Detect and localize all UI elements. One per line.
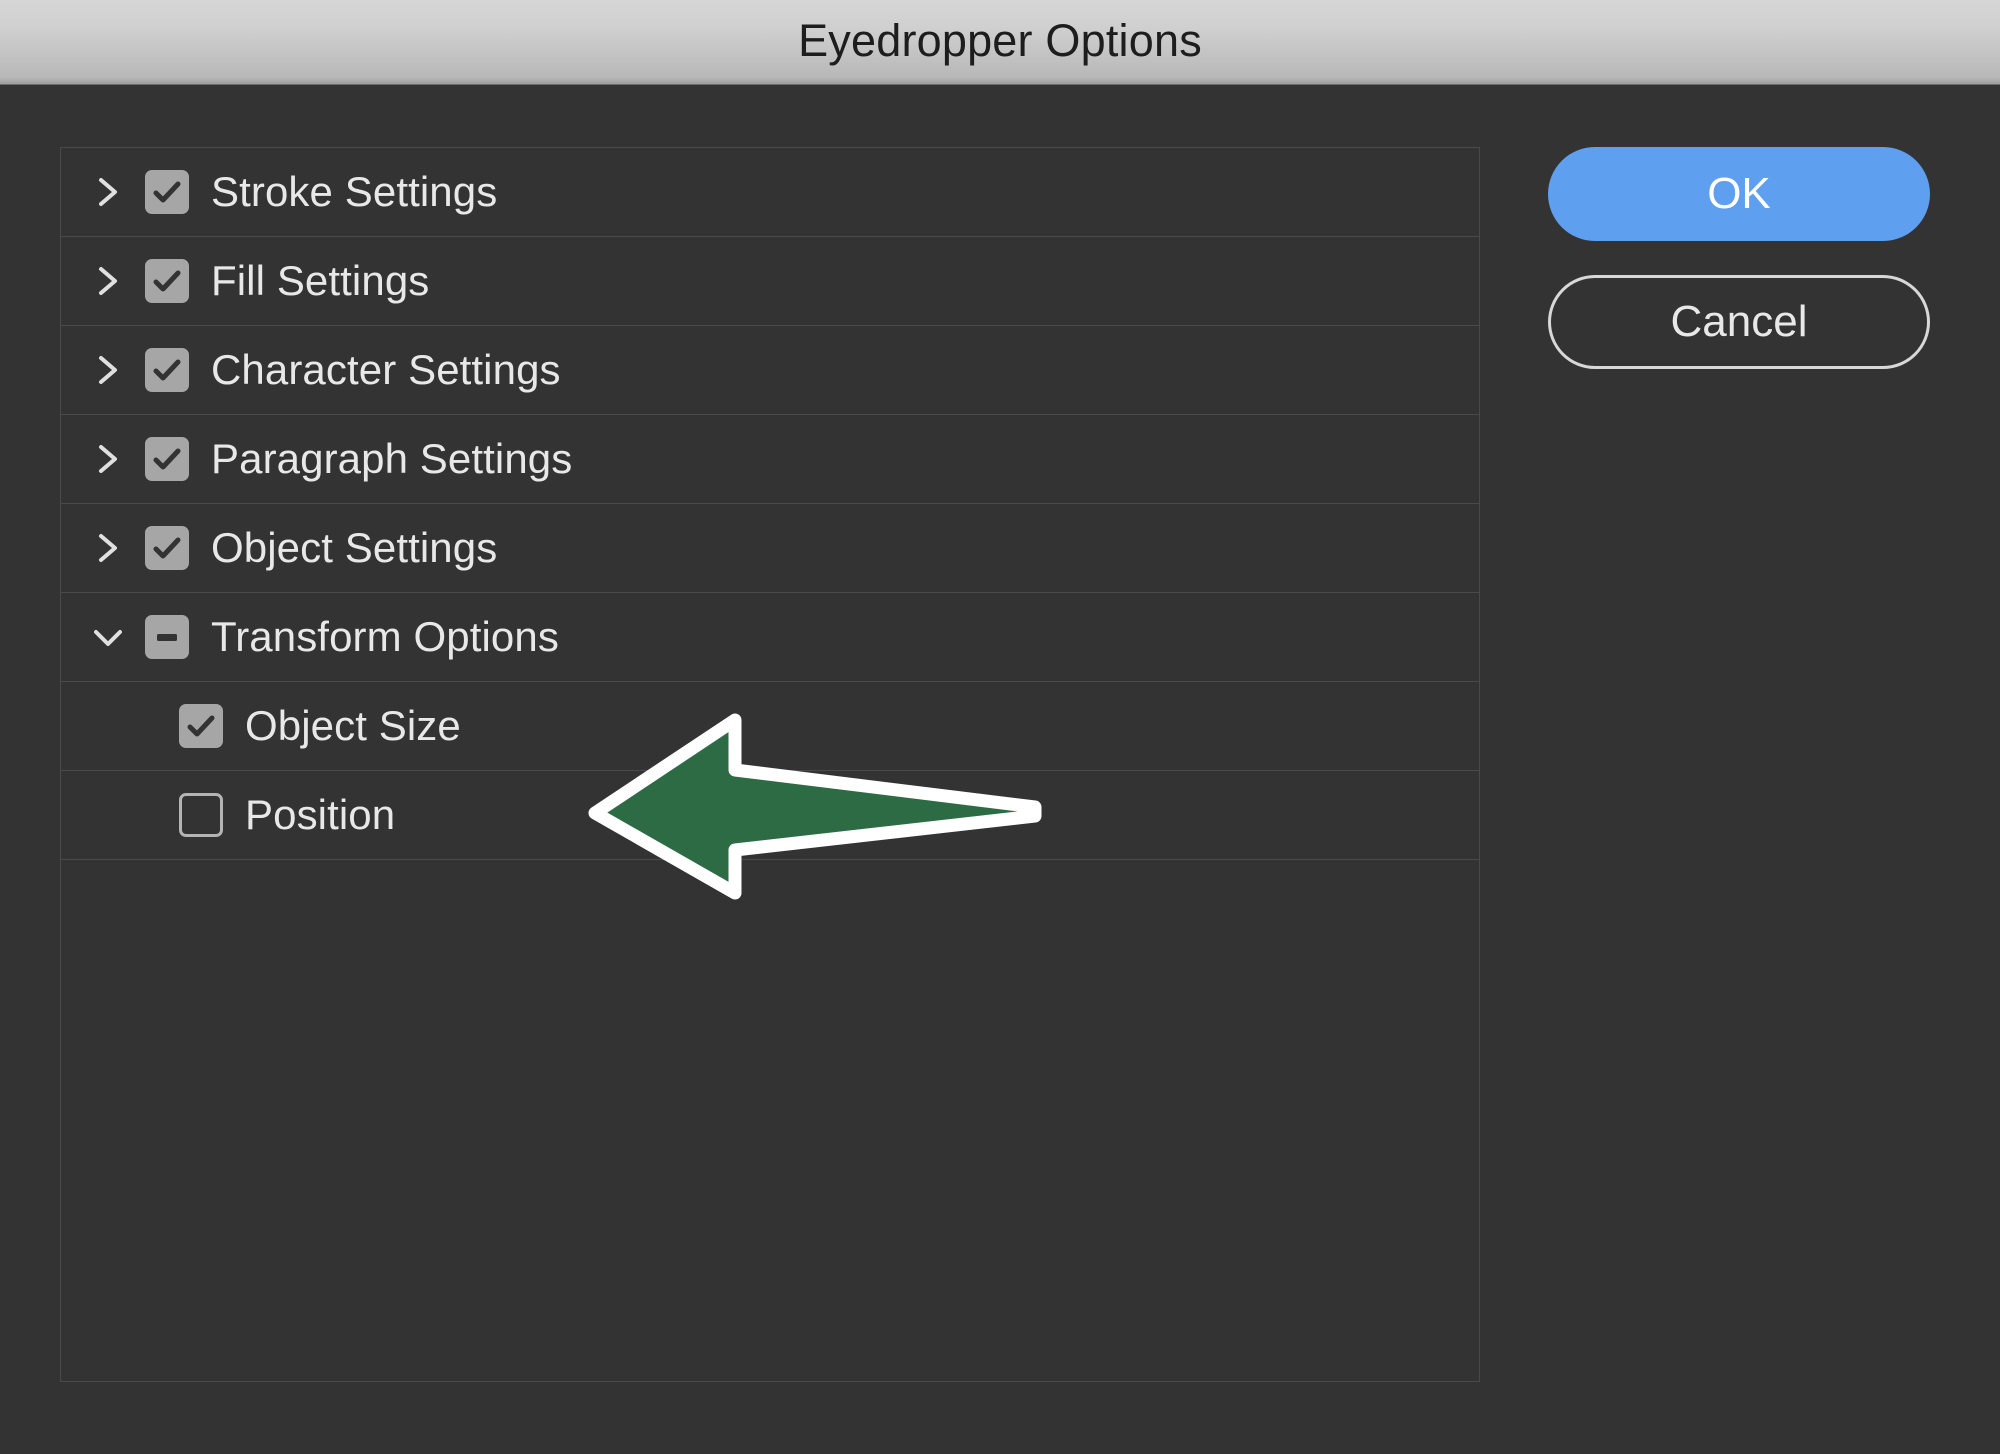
settings-row-fill-settings[interactable]: Fill Settings <box>61 237 1479 326</box>
dialog-title: Eyedropper Options <box>798 14 1202 66</box>
settings-row-transform-options[interactable]: Transform Options <box>61 593 1479 682</box>
settings-row-paragraph-settings[interactable]: Paragraph Settings <box>61 415 1479 504</box>
chevron-down-icon[interactable] <box>85 622 131 652</box>
chevron-right-icon[interactable] <box>85 170 131 214</box>
checkbox-object-size[interactable] <box>179 704 223 748</box>
chevron-right-icon[interactable] <box>85 437 131 481</box>
dialog-body: Stroke Settings Fill Settings Character … <box>0 85 2000 1454</box>
settings-row-label: Object Settings <box>211 524 498 571</box>
settings-row-label: Transform Options <box>211 613 559 660</box>
checkbox-stroke-settings[interactable] <box>145 170 189 214</box>
settings-row-object-settings[interactable]: Object Settings <box>61 504 1479 593</box>
settings-row-character-settings[interactable]: Character Settings <box>61 326 1479 415</box>
checkbox-fill-settings[interactable] <box>145 259 189 303</box>
settings-row-stroke-settings[interactable]: Stroke Settings <box>61 148 1479 237</box>
settings-row-object-size[interactable]: Object Size <box>61 682 1479 771</box>
chevron-right-icon[interactable] <box>85 526 131 570</box>
settings-row-label: Position <box>245 791 396 838</box>
chevron-right-icon[interactable] <box>85 348 131 392</box>
settings-row-label: Character Settings <box>211 346 561 393</box>
chevron-right-icon[interactable] <box>85 259 131 303</box>
settings-list: Stroke Settings Fill Settings Character … <box>60 147 1480 1382</box>
settings-row-label: Paragraph Settings <box>211 435 573 482</box>
settings-row-label: Object Size <box>245 702 461 749</box>
checkbox-character-settings[interactable] <box>145 348 189 392</box>
checkbox-transform-options[interactable] <box>145 615 189 659</box>
dialog-button-group: OK Cancel <box>1548 147 1930 369</box>
ok-button[interactable]: OK <box>1548 147 1930 241</box>
checkbox-paragraph-settings[interactable] <box>145 437 189 481</box>
dialog-titlebar: Eyedropper Options <box>0 0 2000 85</box>
settings-row-position[interactable]: Position <box>61 771 1479 860</box>
checkbox-position[interactable] <box>179 793 223 837</box>
settings-row-label: Stroke Settings <box>211 168 498 215</box>
checkbox-object-settings[interactable] <box>145 526 189 570</box>
settings-row-label: Fill Settings <box>211 257 430 304</box>
cancel-button[interactable]: Cancel <box>1548 275 1930 369</box>
eyedropper-options-dialog: Eyedropper Options Stroke Settings Fill … <box>0 0 2000 1454</box>
